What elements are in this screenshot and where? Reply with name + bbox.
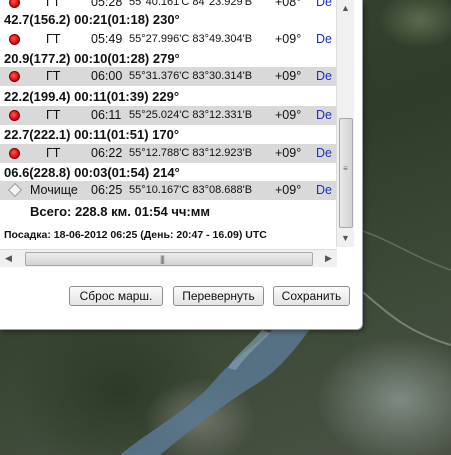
grip-icon: ||| <box>160 254 165 264</box>
landing-info: Посадка: 18-06-2012 06:25 (День: 20:47 -… <box>4 229 267 241</box>
waypoint-row-final[interactable]: Мочище 06:25 55°10.167'С 83°08.688'В +09… <box>0 181 336 200</box>
waypoint-coords: 55°12.788'С 83°12.923'В <box>129 147 253 159</box>
waypoint-time: 05:49 <box>91 32 123 46</box>
waypoint-coords: 55°10.167'С 83°08.688'В <box>129 184 253 196</box>
waypoint-marker-icon <box>9 34 20 45</box>
waypoint-row[interactable]: ГТ 06:11 55°25.024'С 83°12.331'В +09° De <box>0 106 336 125</box>
leg-row: 06.6(228.8) 00:03(01:54) 214° <box>4 165 180 180</box>
grip-icon: ≡ <box>343 164 348 173</box>
waypoint-row[interactable]: ГТ 05:49 55°27.996'С 83°49.304'В +09° De <box>0 30 336 49</box>
waypoint-alt: +09° <box>275 108 302 122</box>
waypoint-coords: 55°25.024'С 83°12.331'В <box>129 109 253 121</box>
waypoint-time: 06:11 <box>91 108 122 122</box>
waypoint-marker-icon <box>9 0 20 8</box>
leg-row: 22.7(222.1) 00:11(01:51) 170° <box>4 127 180 142</box>
leg-row: 22.2(199.4) 00:11(01:39) 229° <box>4 89 180 104</box>
waypoint-name: Мочище <box>30 183 78 197</box>
delete-link[interactable]: De <box>316 67 332 86</box>
route-total: Всего: 228.8 км. 01:54 чч:мм <box>30 204 210 219</box>
waypoint-marker-icon <box>9 110 20 121</box>
waypoint-alt: +09° <box>275 183 302 197</box>
delete-link[interactable]: De <box>316 144 332 163</box>
reverse-route-button[interactable]: Перевернуть <box>173 286 264 306</box>
waypoint-time: 06:22 <box>91 146 123 160</box>
leg-row: 42.7(156.2) 00:21(01:18) 230° <box>4 12 180 27</box>
waypoint-coords: 55°27.996'С 83°49.304'В <box>129 33 253 45</box>
route-list: ГТ 05:28 55°40.161'С 84°23.929'В +08° De… <box>0 0 336 226</box>
scroll-right-arrow-icon[interactable]: ▶ <box>320 250 337 267</box>
waypoint-name: ГТ <box>46 69 61 83</box>
waypoint-marker-icon <box>9 71 20 82</box>
route-dialog: ГТ 05:28 55°40.161'С 84°23.929'В +08° De… <box>0 0 363 330</box>
delete-link[interactable]: De <box>316 106 332 125</box>
scroll-up-arrow-icon[interactable]: ▲ <box>337 0 354 17</box>
waypoint-row[interactable]: ГТ 06:22 55°12.788'С 83°12.923'В +09° De <box>0 144 336 163</box>
vertical-scrollbar[interactable]: ▲ ≡ ▼ <box>336 0 354 247</box>
waypoint-name: ГТ <box>46 32 61 46</box>
finish-marker-icon <box>7 182 23 198</box>
horizontal-scroll-thumb[interactable]: ||| <box>25 252 313 266</box>
waypoint-alt: +09° <box>275 146 302 160</box>
vertical-scroll-thumb[interactable]: ≡ <box>339 118 353 228</box>
scroll-left-arrow-icon[interactable]: ◀ <box>0 250 17 267</box>
waypoint-row[interactable]: ГТ 06:00 55°31.376'С 83°30.314'В +09° De <box>0 67 336 86</box>
waypoint-alt: +09° <box>275 32 302 46</box>
delete-link[interactable]: De <box>316 181 332 200</box>
scroll-down-arrow-icon[interactable]: ▼ <box>337 230 354 247</box>
waypoint-alt: +09° <box>275 69 302 83</box>
waypoint-time: 06:25 <box>91 183 123 197</box>
reset-route-button[interactable]: Сброс марш. <box>69 286 163 306</box>
waypoint-name: ГТ <box>46 146 61 160</box>
waypoint-time: 06:00 <box>91 69 123 83</box>
waypoint-name: ГТ <box>46 108 61 122</box>
waypoint-marker-icon <box>9 148 20 159</box>
leg-row: 20.9(177.2) 00:10(01:28) 279° <box>4 51 180 66</box>
horizontal-scrollbar[interactable]: ◀ ||| ▶ <box>0 249 337 267</box>
delete-link[interactable]: De <box>316 30 332 49</box>
save-route-button[interactable]: Сохранить <box>273 286 350 306</box>
waypoint-coords: 55°31.376'С 83°30.314'В <box>129 70 253 82</box>
